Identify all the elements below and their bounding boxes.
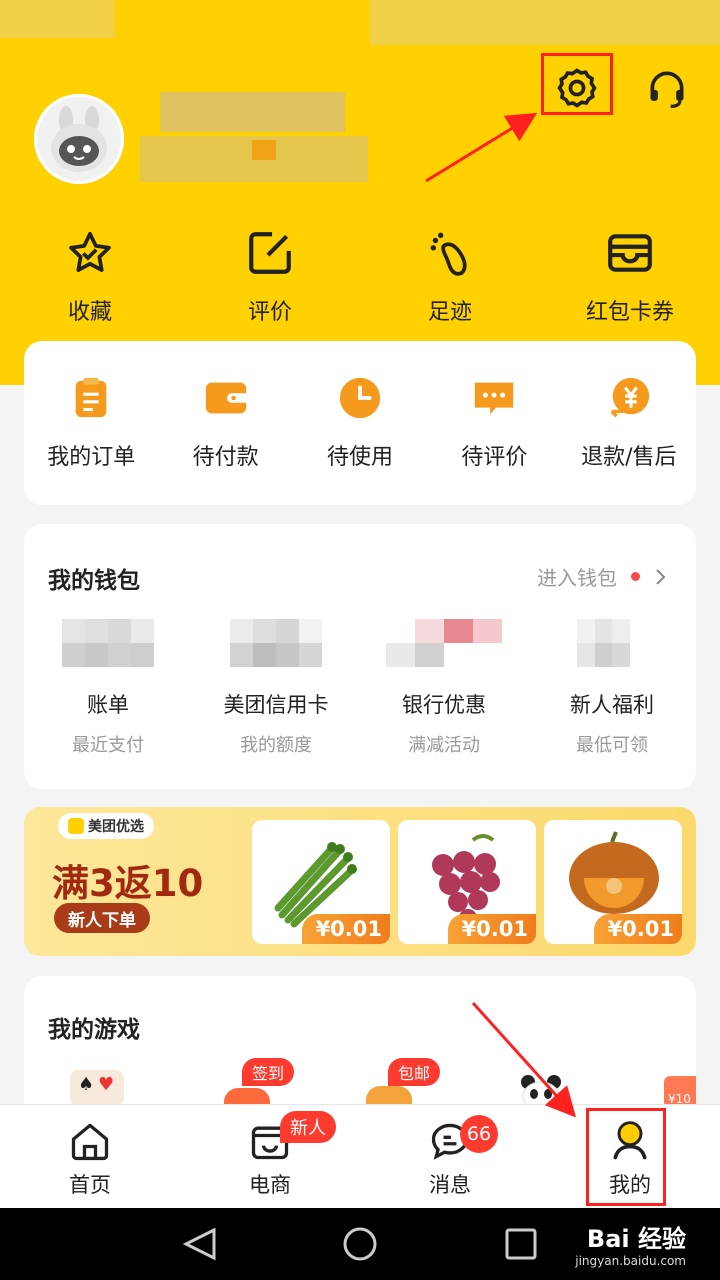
order-refund[interactable]: 退款/售后 [562, 341, 696, 505]
order-label: 我的订单 [47, 445, 136, 470]
wallet-title: 我的钱包 [48, 568, 140, 594]
watermark-brand: Bai 经验 [586, 1225, 686, 1253]
quick-link-coupons[interactable]: 红包卡券 [540, 228, 720, 333]
order-all[interactable]: 我的订单 [24, 341, 158, 505]
wallet-item-sub: 最近支付 [72, 735, 144, 756]
wallet-items: 账单 最近支付 美团信用卡 我的额度 银行优惠 满减活动 新人福利 最低可领 [24, 619, 696, 757]
footprint-icon [430, 232, 467, 276]
orders-card: 我的订单 待付款 待使用 待评价 退款/售后 [24, 341, 696, 505]
free-shipping-tag: 包邮 [388, 1058, 441, 1086]
tab-home[interactable]: 首页 [0, 1105, 180, 1208]
quick-link-history[interactable]: 足迹 [360, 228, 540, 333]
avatar[interactable] [34, 94, 124, 184]
wallet-item-name: 账单 [87, 693, 129, 717]
wallet-item-name: 新人福利 [570, 693, 654, 717]
quick-link-reviews[interactable]: 评价 [180, 228, 360, 333]
wallet-card: 我的钱包 进入钱包 账单 最近支付 美团信用卡 我的额度 银行优惠 满减活动 新… [24, 524, 696, 789]
wallet-card-icon [608, 234, 652, 272]
mine-tab-highlight-box [586, 1108, 666, 1206]
brand-logo-icon [68, 818, 84, 834]
tab-label: 首页 [69, 1173, 111, 1197]
chat-bubble-icon [475, 382, 514, 415]
wallet-item-sub: 满减活动 [408, 735, 480, 756]
quick-link-label: 收藏 [67, 300, 112, 325]
panda-icon [521, 1075, 561, 1111]
quick-links: 收藏 评价 足迹 红包卡券 [0, 228, 720, 333]
blurred-status-right [370, 0, 720, 45]
chevron-right-icon [656, 568, 666, 585]
customer-service-button[interactable] [632, 56, 702, 120]
notification-dot [631, 572, 640, 581]
tab-shopping[interactable]: 电商 新人 [180, 1105, 360, 1208]
blurred-username [140, 92, 368, 184]
wallet-item-newbie-perks[interactable]: 新人福利 最低可领 [528, 619, 696, 757]
order-label: 待付款 [192, 445, 259, 470]
tab-label: 消息 [429, 1173, 471, 1197]
enter-wallet-link[interactable]: 进入钱包 [537, 562, 666, 591]
order-list-icon [75, 377, 107, 418]
product-card-pumpkin[interactable]: ¥0.01 [544, 820, 682, 944]
product-price: ¥0.01 [447, 914, 536, 944]
games-title: 我的游戏 [48, 1017, 140, 1043]
tab-messages[interactable]: 消息 66 [360, 1105, 540, 1208]
edit-icon [249, 232, 291, 274]
settings-highlight-box [541, 53, 613, 115]
wallet-item-bill[interactable]: 账单 最近支付 [24, 619, 192, 757]
star-icon [69, 231, 111, 272]
brand-tag: 美团优选 [58, 813, 154, 839]
quick-link-label: 评价 [247, 300, 292, 325]
payment-wallet-icon [205, 382, 246, 414]
blurred-status-left [0, 0, 115, 38]
spade-icon: ♠ [78, 1074, 95, 1095]
headset-icon [650, 71, 684, 108]
refund-yen-icon [610, 377, 649, 418]
back-icon [182, 1227, 216, 1261]
tab-label: 电商 [249, 1173, 291, 1197]
blurred-amount [577, 619, 647, 667]
new-user-badge: 新人 [280, 1111, 336, 1143]
system-navigation-bar: Bai 经验 jingyan.baidu.com [0, 1208, 720, 1280]
unread-count-badge: 66 [460, 1115, 498, 1153]
heart-icon: ♥ [98, 1074, 115, 1095]
blurred-amount [62, 619, 154, 667]
wallet-item-sub: 最低可领 [576, 735, 648, 756]
wallet-item-bank-offers[interactable]: 银行优惠 满减活动 [360, 619, 528, 757]
clock-icon [339, 377, 381, 419]
product-card-grapes[interactable]: ¥0.01 [398, 820, 536, 944]
brand-name: 美团优选 [88, 819, 144, 835]
game-panda-icon[interactable] [518, 1074, 564, 1111]
robot-avatar-icon [51, 106, 107, 172]
wallet-item-name: 美团信用卡 [223, 693, 329, 717]
quick-link-label: 红包卡券 [585, 300, 674, 325]
blurred-amount [386, 619, 502, 667]
quick-link-label: 足迹 [427, 300, 472, 325]
wallet-item-name: 银行优惠 [402, 693, 486, 717]
home-icon [71, 1123, 109, 1161]
order-pending-payment[interactable]: 待付款 [158, 341, 292, 505]
watermark: Bai 经验 jingyan.baidu.com [575, 1219, 686, 1268]
promo-headline: 满3返10 [52, 862, 204, 905]
blurred-amount [230, 619, 322, 667]
product-price: ¥0.01 [301, 914, 390, 944]
product-price: ¥0.01 [593, 914, 682, 944]
game-poker-icon[interactable]: ♠ ♥ [70, 1070, 124, 1106]
product-card-asparagus[interactable]: ¥0.01 [252, 820, 390, 944]
watermark-url: jingyan.baidu.com [575, 1254, 686, 1268]
order-label: 待使用 [327, 445, 394, 470]
recents-icon [505, 1228, 537, 1260]
enter-wallet-label: 进入钱包 [537, 566, 617, 590]
order-to-review[interactable]: 待评价 [427, 341, 561, 505]
wallet-item-credit-card[interactable]: 美团信用卡 我的额度 [192, 619, 360, 757]
home-circle-icon [343, 1227, 377, 1261]
order-label: 退款/售后 [581, 445, 677, 470]
wallet-item-sub: 我的额度 [240, 735, 312, 756]
order-label: 待评价 [461, 445, 528, 470]
checkin-tag: 签到 [242, 1058, 295, 1086]
youxuan-promo-banner[interactable]: 美团优选 满3返10 新人下单 ¥0.01 ¥0.01 ¥0.01 [24, 807, 696, 956]
promo-cta-button[interactable]: 新人下单 [54, 903, 150, 933]
order-to-use[interactable]: 待使用 [293, 341, 427, 505]
quick-link-favorites[interactable]: 收藏 [0, 228, 180, 333]
